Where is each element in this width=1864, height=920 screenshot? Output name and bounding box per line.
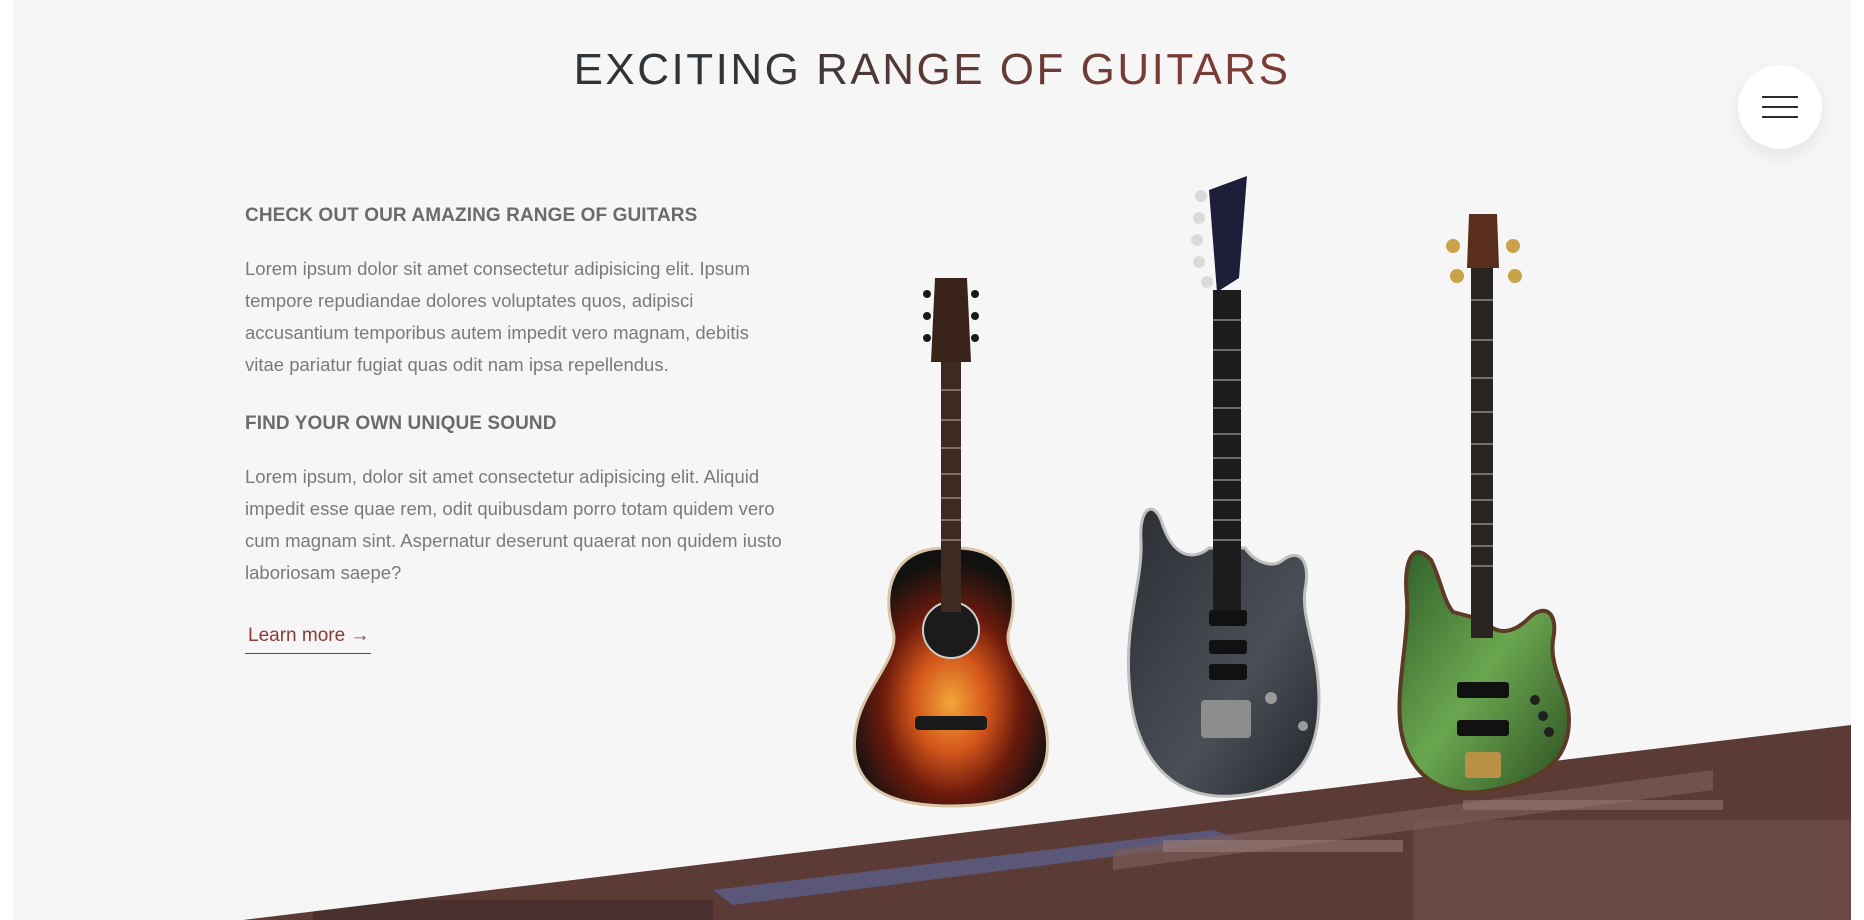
page: EXCITING RANGE OF GUITARS CHECK OUT OUR … (13, 0, 1851, 920)
bass-guitar[interactable] (1397, 214, 1572, 795)
acoustic-guitar[interactable] (852, 278, 1050, 808)
guitar-lineup (852, 176, 1572, 808)
electric-guitar[interactable] (1126, 176, 1321, 798)
